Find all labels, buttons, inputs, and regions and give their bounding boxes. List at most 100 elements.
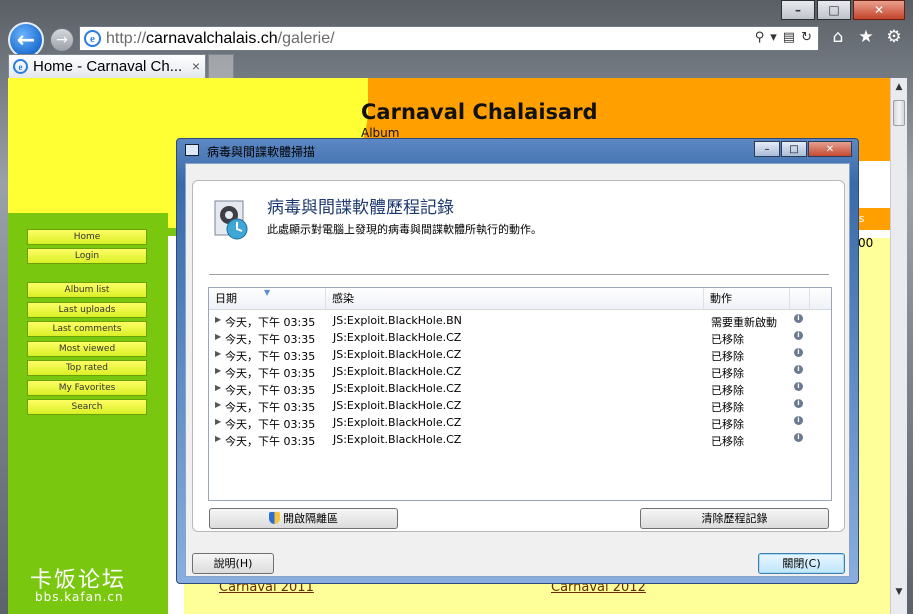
row-infection: JS:Exploit.BlackHole.CZ [333,416,462,429]
dialog-controls: – □ ✕ [753,141,852,157]
row-infection: JS:Exploit.BlackHole.CZ [333,382,462,395]
address-tools: ⚲ ▾ ▤ ↻ [755,30,812,45]
scroll-up-arrow-icon[interactable]: ▲ [891,78,907,95]
dialog-close-button[interactable]: ✕ [808,141,852,157]
row-date: 今天，下午 03:35 [225,333,316,346]
compatibility-view-icon[interactable]: ▤ [783,30,795,45]
dropdown-icon[interactable]: ▾ [770,30,777,45]
forward-button[interactable]: → [50,28,74,52]
open-quarantine-label: 開啟隔離區 [283,512,338,525]
tools-gear-icon[interactable]: ⚙ [885,28,903,46]
refresh-icon[interactable]: ↻ [801,30,812,45]
info-icon[interactable]: i [794,382,803,391]
browser-tab[interactable]: e Home - Carnaval Ch... × [8,54,206,78]
scroll-thumb[interactable] [893,100,905,126]
url-domain: carnavalchalais.ch [146,29,278,47]
search-icon[interactable]: ⚲ [755,30,765,45]
expand-arrow-icon[interactable]: ▶ [215,366,221,375]
table-row[interactable]: ▶ 今天，下午 03:35 JS:Exploit.BlackHole.CZ 已移除 i [209,380,831,397]
table-row[interactable]: ▶ 今天，下午 03:35 JS:Exploit.BlackHole.CZ 已移除 i [209,414,831,431]
favorites-star-icon[interactable]: ★ [857,28,875,46]
row-infection: JS:Exploit.BlackHole.CZ [333,433,462,446]
expand-arrow-icon[interactable]: ▶ [215,315,221,324]
content-number: 00 [858,236,874,250]
table-row[interactable]: ▶ 今天，下午 03:35 JS:Exploit.BlackHole.BN 需要重新啟… [209,312,831,329]
row-action: 已移除 [711,384,744,397]
maximize-button[interactable]: □ [817,0,851,20]
info-icon[interactable]: i [794,416,803,425]
table-row[interactable]: ▶ 今天，下午 03:35 JS:Exploit.BlackHole.CZ 已移除 i [209,346,831,363]
sort-indicator-icon: ▼ [264,288,271,297]
open-quarantine-button[interactable]: 開啟隔離區 [209,508,398,529]
row-infection: JS:Exploit.BlackHole.CZ [333,399,462,412]
page-scrollbar[interactable]: ▲ ▼ [890,78,907,614]
info-icon[interactable]: i [794,399,803,408]
close-button[interactable]: 關閉(C) [758,553,845,574]
nav-album-list[interactable]: Album list [27,282,147,298]
nav-search[interactable]: Search [27,399,147,415]
scroll-down-arrow-icon[interactable]: ▼ [891,583,907,600]
nav-last-comments[interactable]: Last comments [27,321,147,337]
column-info [790,288,810,310]
column-action[interactable]: 動作 [704,288,790,310]
ie-page-icon: e [84,30,101,47]
row-action: 已移除 [711,333,744,346]
expand-arrow-icon[interactable]: ▶ [215,332,221,341]
row-date: 今天，下午 03:35 [225,418,316,431]
help-button[interactable]: 說明(H) [192,553,274,574]
row-date: 今天，下午 03:35 [225,401,316,414]
expand-arrow-icon[interactable]: ▶ [215,417,221,426]
expand-arrow-icon[interactable]: ▶ [215,434,221,443]
back-button[interactable]: ← [8,22,44,58]
expand-arrow-icon[interactable]: ▶ [215,400,221,409]
expand-arrow-icon[interactable]: ▶ [215,383,221,392]
dialog-body: 病毒與間諜軟體歷程記錄 此處顯示對電腦上發現的病毒與間諜軟體所執行的動作。 日期… [185,163,850,577]
browser-toolbar-icons: ⌂ ★ ⚙ [829,28,903,46]
address-bar[interactable]: e http://carnavalchalais.ch/galerie/ ⚲ ▾… [79,26,819,51]
table-row[interactable]: ▶ 今天，下午 03:35 JS:Exploit.BlackHole.CZ 已移除 i [209,431,831,448]
close-window-button[interactable]: ✕ [853,0,905,20]
nav-home[interactable]: Home [27,229,147,245]
address-url[interactable]: http://carnavalchalais.ch/galerie/ [106,30,335,48]
row-action: 已移除 [711,350,744,363]
row-date: 今天，下午 03:35 [225,350,316,363]
url-path: /galerie/ [277,29,335,47]
clear-history-button[interactable]: 清除歷程記錄 [640,508,829,529]
home-icon[interactable]: ⌂ [829,28,847,46]
nav-last-uploads[interactable]: Last uploads [27,302,147,318]
dialog-app-icon [185,144,199,156]
column-infection[interactable]: 感染 [326,288,704,310]
row-action: 已移除 [711,418,744,431]
dialog-maximize-button[interactable]: □ [781,141,807,157]
row-action: 已移除 [711,401,744,414]
tab-close-icon[interactable]: × [192,58,200,74]
row-date: 今天，下午 03:35 [225,316,316,329]
row-infection: JS:Exploit.BlackHole.CZ [333,365,462,378]
table-row[interactable]: ▶ 今天，下午 03:35 JS:Exploit.BlackHole.CZ 已移除 i [209,363,831,380]
tab-ie-icon: e [13,59,28,74]
info-icon[interactable]: i [794,433,803,442]
table-row[interactable]: ▶ 今天，下午 03:35 JS:Exploit.BlackHole.CZ 已移除 i [209,397,831,414]
row-action: 已移除 [711,435,744,448]
nav-login[interactable]: Login [27,248,147,264]
info-icon[interactable]: i [794,365,803,374]
url-prefix: http:// [106,29,147,47]
nav-top-rated[interactable]: Top rated [27,360,147,376]
divider [209,274,829,275]
row-action: 已移除 [711,367,744,380]
virus-scan-dialog: 病毒與間諜軟體掃描 – □ ✕ 病毒與間諜軟體歷程記錄 此處顯示對電腦上發現的病… [176,138,859,584]
table-row[interactable]: ▶ 今天，下午 03:35 JS:Exploit.BlackHole.CZ 已移除 i [209,329,831,346]
expand-arrow-icon[interactable]: ▶ [215,349,221,358]
history-description: 此處顯示對電腦上發現的病毒與間諜軟體所執行的動作。 [267,223,542,236]
info-icon[interactable]: i [794,314,803,323]
minimize-button[interactable]: – [781,0,815,20]
back-arrow-icon: ← [16,27,36,53]
new-tab-button[interactable] [208,54,234,78]
nav-my-favorites[interactable]: My Favorites [27,380,147,396]
history-table: 日期 ▼ 感染 動作 ▶ 今天，下午 03:35 JS:Exploit.BlackH… [208,287,832,501]
info-icon[interactable]: i [794,348,803,357]
dialog-minimize-button[interactable]: – [754,141,780,157]
nav-most-viewed[interactable]: Most viewed [27,341,147,357]
info-icon[interactable]: i [794,331,803,340]
site-title: Carnaval Chalaisard [361,100,598,124]
